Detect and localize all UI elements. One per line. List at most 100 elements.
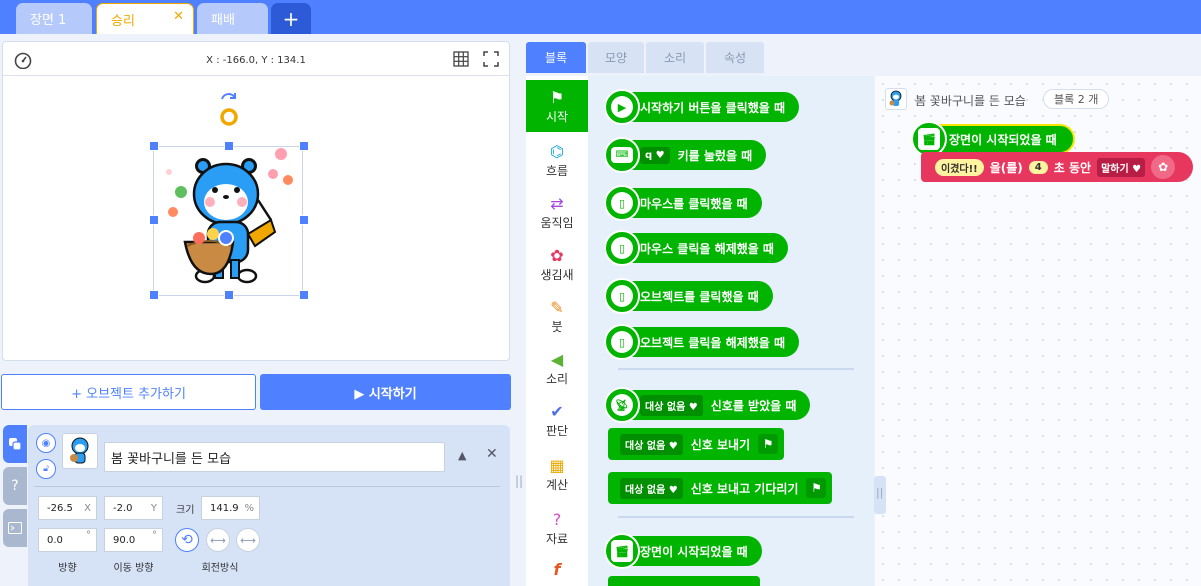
category-label: 움직임 — [540, 215, 574, 230]
block-label: 장면이 시작되었을 때 — [949, 132, 1057, 147]
start-button[interactable]: ▶ 시작하기 — [260, 374, 511, 410]
add-object-button[interactable]: + 오브젝트 추가하기 — [1, 374, 256, 410]
signal-dropdown[interactable]: 대상 없음 ♥ — [640, 394, 703, 416]
tab-sounds[interactable]: 소리 — [646, 42, 704, 73]
speaker-icon: ◀ — [550, 349, 564, 369]
category-label: 붓 — [551, 319, 563, 334]
block-when-start-clicked[interactable]: ▶ 시작하기 버튼을 클릭했을 때 — [604, 89, 800, 125]
close-icon[interactable]: ✕ — [486, 446, 498, 462]
resize-handle[interactable] — [149, 215, 159, 225]
say-mode-dropdown[interactable]: 말하기 ♥ — [1097, 157, 1146, 177]
block-send-signal-wait[interactable]: 대상 없음 ♥ 신호 보내고 기다리기 ⚑ — [608, 472, 833, 504]
block-when-mouse-released[interactable]: ▯ 마우스 클릭을 해제했을 때 — [604, 230, 788, 266]
rotation-free-button[interactable]: ⟲ — [175, 528, 199, 552]
resize-handle[interactable] — [149, 290, 159, 300]
x-position-field[interactable]: -26.5 X — [38, 496, 97, 520]
block-icon: 📡︎ — [604, 387, 640, 423]
object-name-input[interactable]: 봄 꽃바구니를 든 모습 — [104, 442, 445, 472]
panel-splitter[interactable]: || — [515, 474, 523, 488]
code-object-name: 봄 꽃바구니를 든 모습 — [915, 94, 1026, 108]
category-sound[interactable]: ◀ 소리 — [526, 342, 588, 394]
block-label: 키를 눌렀을 때 — [677, 148, 753, 163]
tab-blocks[interactable]: 블록 — [526, 42, 586, 73]
resize-handle[interactable] — [149, 141, 159, 151]
object-tab[interactable] — [3, 425, 27, 463]
workspace-splitter[interactable]: || — [874, 476, 886, 514]
rotate-handle[interactable] — [217, 90, 241, 128]
category-flow[interactable]: ⌬ 흐름 — [526, 134, 588, 186]
direction-field[interactable]: 0.0 ° — [38, 528, 97, 552]
seconds-input[interactable]: 4 — [1028, 160, 1048, 174]
block-partial[interactable] — [608, 576, 760, 586]
tab-shapes[interactable]: 모양 — [588, 42, 644, 73]
move-direction-field[interactable]: 90.0 ° — [104, 528, 163, 552]
bear-sprite[interactable] — [163, 142, 293, 302]
bear-thumbnail-icon — [70, 437, 89, 464]
block-when-scene-starts[interactable]: 🎬︎ 장면이 시작되었을 때 — [604, 533, 762, 569]
block-label: 신호를 받았을 때 — [710, 398, 797, 413]
grid-icon[interactable] — [453, 51, 469, 67]
category-start[interactable]: ⚑ 시작 — [526, 80, 588, 132]
category-motion[interactable]: ⇄ 움직임 — [526, 186, 588, 238]
category-label: 생김새 — [540, 267, 574, 282]
add-scene-button[interactable]: + — [271, 3, 311, 34]
key-dropdown[interactable]: q ♥ — [640, 146, 670, 164]
block-icon: ▯ — [604, 230, 640, 266]
category-label: 판단 — [545, 423, 569, 438]
console-tab[interactable] — [3, 509, 27, 547]
visibility-icon[interactable]: ◉ — [36, 433, 56, 453]
scene-tab-label: 장면 1 — [30, 13, 67, 28]
hat-block-scene-start[interactable]: 🎬︎ 장면이 시작되었을 때 — [911, 121, 1075, 157]
bear-avatar-icon — [889, 90, 902, 106]
resize-handle[interactable] — [299, 141, 309, 151]
block-palette: ▶ 시작하기 버튼을 클릭했을 때 ⌨ q ♥ 키를 눌렀을 때 ▯ 마우스를 … — [588, 76, 874, 586]
scene-tab-victory[interactable]: 승리 ✕ — [96, 3, 194, 34]
category-brush[interactable]: ✎ 붓 — [526, 290, 588, 342]
tab-properties[interactable]: 속성 — [706, 42, 764, 73]
scene-tab-1[interactable]: 장면 1 — [16, 3, 92, 34]
resize-handle[interactable] — [299, 290, 309, 300]
dropdown-value: q — [645, 149, 653, 161]
block-send-signal[interactable]: 대상 없음 ♥ 신호 보내기 ⚑ — [608, 428, 785, 460]
fullscreen-icon[interactable] — [483, 51, 499, 67]
calculator-icon: ▦ — [549, 455, 565, 475]
signal-dropdown[interactable]: 대상 없음 ♥ — [620, 433, 683, 455]
block-icon: ▯ — [604, 185, 640, 221]
category-function[interactable]: f — [526, 554, 588, 586]
block-when-object-released[interactable]: ▯ 오브젝트 클릭을 해제했을 때 — [604, 324, 800, 360]
rotation-horizontal-button[interactable]: ⟷ — [206, 528, 230, 552]
category-looks[interactable]: ✿ 생김새 — [526, 238, 588, 290]
x-unit: X — [84, 502, 91, 514]
category-judge[interactable]: ✔ 판단 — [526, 394, 588, 446]
category-data[interactable]: ? 자료 — [526, 502, 588, 554]
code-workspace[interactable]: 봄 꽃바구니를 든 모습 블록 2 개 🎬︎ 장면이 시작되었을 때 이겼다!!… — [875, 76, 1201, 586]
say-text-input[interactable]: 이겼다!! — [935, 158, 984, 176]
close-icon[interactable]: ✕ — [173, 9, 184, 24]
collapse-icon[interactable]: ▲ — [458, 449, 466, 462]
block-when-signal-received[interactable]: 📡︎ 대상 없음 ♥ 신호를 받았을 때 — [604, 387, 811, 423]
block-icon: ▯ — [604, 278, 640, 314]
console-icon — [8, 522, 22, 534]
y-position-field[interactable]: -2.0 Y — [104, 496, 163, 520]
mouse-icon: ▯ — [611, 237, 633, 259]
size-field[interactable]: 141.9% — [201, 496, 260, 520]
block-when-key-pressed[interactable]: ⌨ q ♥ 키를 눌렀을 때 — [604, 137, 767, 173]
play-icon: ▶ — [611, 96, 633, 118]
rotation-none-button[interactable]: ⟷ — [236, 528, 260, 552]
resize-handle[interactable] — [299, 215, 309, 225]
category-label: 소리 — [545, 371, 569, 386]
coordinate-readout: X : -166.0, Y : 134.1 — [206, 55, 306, 66]
say-block[interactable]: 이겼다!! 을(를) 4 초 동안 말하기 ♥ ✿ — [921, 152, 1193, 182]
lock-icon[interactable]: 🔓︎ — [36, 459, 56, 479]
dropdown-value: 대상 없음 — [625, 484, 666, 496]
object-avatar — [885, 88, 907, 110]
scene-tab-label: 승리 — [111, 13, 135, 29]
help-tab[interactable]: ? — [3, 467, 27, 505]
signal-dropdown[interactable]: 대상 없음 ♥ — [620, 477, 683, 499]
block-when-object-clicked[interactable]: ▯ 오브젝트를 클릭했을 때 — [604, 278, 773, 314]
category-calc[interactable]: ▦ 계산 — [526, 448, 588, 500]
scene-tab-defeat[interactable]: 패배 — [197, 3, 268, 34]
object-panel: ◉ 🔓︎ 봄 꽃바구니를 든 모습 ▲ ✕ -26.5 X -2.0 Y 크기 14… — [28, 425, 510, 586]
block-when-mouse-clicked[interactable]: ▯ 마우스를 클릭했을 때 — [604, 185, 762, 221]
stage[interactable]: X : -166.0, Y : 134.1 — [2, 41, 510, 361]
